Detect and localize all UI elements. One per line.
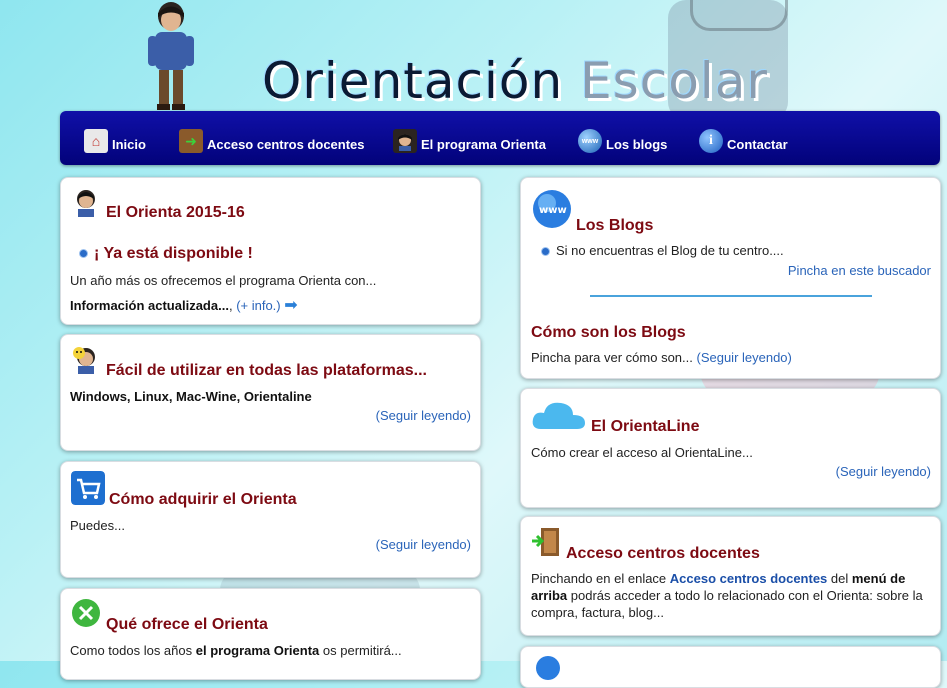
info-icon: i [699,129,723,153]
site-title: Orientación Escolar [262,52,768,110]
nav-label: Los blogs [606,137,668,152]
seguir-leyendo-link: (Seguir leyendo) [376,407,471,424]
door-enter-icon [532,528,559,556]
platforms-text: Windows, Linux, Mac-Wine, Orientaline [70,389,312,404]
nav-item-contactar[interactable]: i Contactar [699,125,788,153]
acceso-link[interactable]: Acceso centros docentes [670,571,828,586]
link-text[interactable]: (Seguir leyendo) [376,408,471,423]
card-orienta-2015: El Orienta 2015-16 ¡ Ya está disponible … [60,177,481,325]
card-facil-utilizar: Fácil de utilizar en todas las plataform… [60,334,481,451]
arrow-right-icon[interactable]: ➡ [284,297,297,314]
card-text: Pinchando en el enlace Acceso centros do… [531,570,927,621]
bullet-icon [541,247,550,257]
card-orientaline: El OrientaLine Cómo crear el acceso al O… [520,388,941,508]
link-text[interactable]: (Seguir leyendo) [376,537,471,552]
divider [590,295,872,297]
text-part: Pinchando en el enlace [531,571,670,586]
text-pre: Como todos los años [70,643,196,658]
globe-icon [536,656,560,680]
card-text: Cómo crear el acceso al OrientaLine... [531,445,753,460]
card-title[interactable]: Fácil de utilizar en todas las plataform… [106,362,427,380]
card-title[interactable]: Acceso centros docentes [566,545,760,563]
site-title-part2: Escolar [580,52,768,110]
shopping-cart-icon [71,471,105,505]
card-headline: ¡ Ya está disponible ! [79,245,253,263]
card-los-blogs: www Los Blogs Si no encuentras el Blog d… [520,177,941,379]
card-subtitle[interactable]: Cómo son los Blogs [531,324,686,342]
avatar-smiley-icon [73,347,95,374]
text-part: del [827,571,852,586]
tools-icon [72,599,100,627]
nav-label: Acceso centros docentes [207,137,365,152]
card-title[interactable]: Qué ofrece el Orienta [106,616,268,634]
card-acceso-centros: Acceso centros docentes Pinchando en el … [520,516,941,636]
card-info-line: Información actualizada..., (+ info.) ➡ [70,297,298,314]
card-que-ofrece: Qué ofrece el Orienta Como todos los año… [60,588,481,680]
nav-item-inicio[interactable]: ⌂ Inicio [84,125,146,153]
card-text: Puedes... [70,518,125,533]
nav-label: Inicio [112,137,146,152]
nav-item-programa-orienta[interactable]: El programa Orienta [393,125,546,153]
card-title[interactable]: El OrientaLine [591,418,699,436]
avatar-icon [71,187,101,217]
text-post: os permitirá... [319,643,402,658]
card-text: Como todos los años el programa Orienta … [70,642,402,659]
headline-text: ¡ Ya está disponible ! [94,245,253,262]
bold-text: Información actualizada... [70,298,229,313]
cloud-icon [532,402,585,429]
text-part: podrás acceder a todo lo relacionado con… [531,588,923,620]
bullet-icon [79,249,88,259]
card-partial [520,646,941,688]
svg-text:www: www [539,205,567,216]
card-text: Un año más os ofrecemos el programa Orie… [70,273,377,288]
avatar-icon [393,129,417,153]
item-text: Si no encuentras el Blog de tu centro...… [556,243,784,258]
blogs-item: Si no encuentras el Blog de tu centro...… [541,242,784,259]
link-text[interactable]: (Seguir leyendo) [836,464,931,479]
buscador-link: Pincha en este buscador [788,262,931,279]
home-icon: ⌂ [84,129,108,153]
text: Pincha para ver cómo son... [531,350,693,365]
seguir-leyendo-link: (Seguir leyendo) [376,536,471,553]
seguir-leyendo-link: (Seguir leyendo) [836,463,931,480]
card-title[interactable]: El Orienta 2015-16 [106,204,245,222]
card-title[interactable]: Los Blogs [576,217,653,235]
text-bold: el programa Orienta [195,643,320,658]
more-info-link[interactable]: (+ info.) [236,298,280,313]
door-enter-icon: ➜ [179,129,203,153]
link-text[interactable]: Pincha en este buscador [788,263,931,278]
seguir-leyendo-link[interactable]: (Seguir leyendo) [696,350,791,365]
nav-label: Contactar [727,137,788,152]
background-robot-ring [690,0,788,31]
nav-label: El programa Orienta [421,137,546,152]
globe-www-icon: www [533,190,571,228]
comma: , [228,298,233,313]
card-title[interactable]: Cómo adquirir el Orienta [109,491,297,509]
globe-www-icon: www [578,129,602,153]
main-navbar: ⌂ Inicio ➜ Acceso centros docentes El pr… [60,111,940,165]
avatar-character-image [148,2,194,110]
card-como-adquirir: Cómo adquirir el Orienta Puedes... (Segu… [60,461,481,578]
nav-item-acceso-centros[interactable]: ➜ Acceso centros docentes [179,125,365,153]
card-text: Pincha para ver cómo son... (Seguir leye… [531,349,792,366]
site-title-part1: Orientación [262,52,564,110]
nav-item-los-blogs[interactable]: www Los blogs [578,125,667,153]
